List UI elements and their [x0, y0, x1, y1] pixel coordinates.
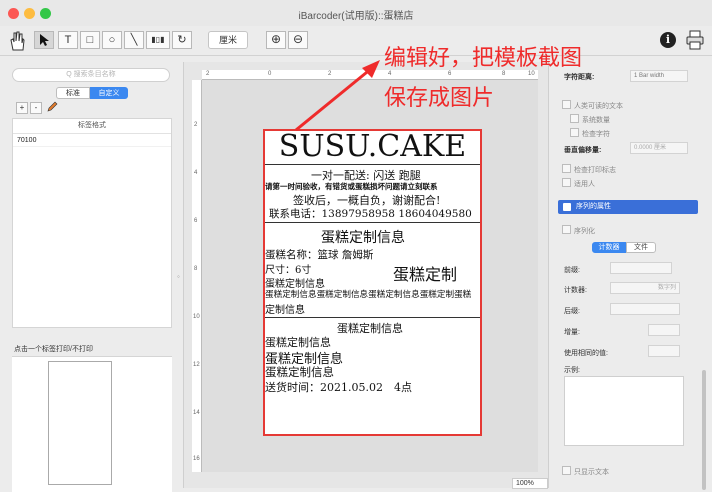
- quiet-zone-checkbox[interactable]: 适用人: [562, 178, 595, 189]
- serialize-section-header[interactable]: 序列的属性: [558, 200, 698, 214]
- vertical-ruler: 2 4 6 8 10 12 14 16: [192, 80, 202, 472]
- label-notice-line[interactable]: 请第一时间验收，有错货或蛋糕损坏问题请立刻联系: [265, 181, 438, 192]
- ruler-tick: 4: [194, 170, 198, 176]
- vertical-offset-field[interactable]: 0.0000 厘米: [630, 142, 688, 154]
- add-label-button[interactable]: +: [16, 102, 28, 114]
- cake-name-line[interactable]: 蛋糕名称：篮球 詹姆斯: [265, 247, 373, 262]
- cake-size-line[interactable]: 尺寸：6寸: [265, 261, 311, 276]
- tab-counter[interactable]: 计数器: [592, 242, 626, 253]
- print-toggle-caption: 点击一个标签打印/不打印: [14, 346, 93, 353]
- tab-standard[interactable]: 标准: [56, 87, 90, 99]
- info-line[interactable]: 蛋糕定制信息蛋糕定制信息蛋糕定制信息蛋糕定制蛋糕: [265, 288, 471, 300]
- prefix-label: 前缀:: [564, 267, 580, 274]
- remove-label-button[interactable]: -: [30, 102, 42, 114]
- line-tool-button[interactable]: ╲: [124, 31, 144, 49]
- label-preview-area: [12, 356, 172, 492]
- example-textarea[interactable]: [564, 376, 684, 446]
- repeat-field[interactable]: [648, 345, 680, 357]
- check-print-checkbox[interactable]: 检查打印标志: [562, 164, 616, 175]
- label-phone-line[interactable]: 联系电话：13897958958 18604049580: [269, 206, 472, 221]
- list-header: 标签格式: [13, 119, 171, 134]
- printer-icon[interactable]: [686, 30, 704, 50]
- window-title: iBarcoder(试用版)::蛋糕店: [298, 11, 414, 22]
- annotation-text-line2: 保存成图片: [384, 86, 495, 111]
- title-bar: iBarcoder(试用版)::蛋糕店: [0, 0, 712, 26]
- pencil-icon[interactable]: [46, 101, 58, 113]
- info-icon[interactable]: i: [660, 32, 676, 48]
- search-input[interactable]: Q 搜索条目名称: [12, 68, 170, 82]
- splitter-handle[interactable]: ◦: [177, 272, 180, 281]
- list-item[interactable]: 70100: [13, 134, 171, 147]
- info-line[interactable]: 蛋糕定制信息: [265, 364, 334, 380]
- counter-label: 计数器:: [564, 287, 587, 294]
- vertical-offset-label: 垂直偏移量:: [564, 147, 602, 154]
- serialize-checkbox[interactable]: 序列化: [562, 225, 595, 236]
- tab-custom[interactable]: 自定义: [90, 87, 128, 99]
- ruler-tick: 12: [193, 362, 200, 368]
- suffix-field[interactable]: [610, 303, 680, 315]
- ruler-tick: 14: [193, 410, 200, 416]
- delivery-time-line[interactable]: 送货时间：2021.05.02 4点: [265, 379, 412, 395]
- increment-label: 增量:: [564, 329, 580, 336]
- ruler-tick: 16: [193, 456, 200, 462]
- ruler-tick: 10: [193, 314, 200, 320]
- human-readable-checkbox[interactable]: 人类可读的文本: [562, 100, 623, 111]
- char-spacing-label: 字符距离:: [564, 74, 595, 81]
- select-tool-button[interactable]: [34, 31, 54, 49]
- zoom-out-button[interactable]: ⊖: [288, 31, 308, 49]
- section-title[interactable]: 蛋糕定制信息: [321, 227, 405, 247]
- label-format-list[interactable]: 标签格式 70100: [12, 118, 172, 328]
- repeat-label: 使用相同的值:: [564, 350, 608, 357]
- divider: [265, 164, 480, 165]
- ruler-tick: 8: [194, 266, 198, 272]
- ruler-tick: 2: [206, 71, 210, 77]
- counter-field[interactable]: 数字列: [610, 282, 680, 294]
- left-panel: Q 搜索条目名称 标准 自定义 + - 标签格式 70100 点击一个标签打印/…: [8, 60, 174, 492]
- serialize-section-label: 序列的属性: [576, 203, 611, 210]
- zoom-level-field[interactable]: 100%: [512, 478, 548, 489]
- ruler-tick: 2: [194, 122, 198, 128]
- scrollbar-thumb[interactable]: [702, 370, 706, 490]
- ruler-tick: 6: [194, 218, 198, 224]
- show-text-checkbox[interactable]: 只显示文本: [562, 466, 609, 477]
- info-line[interactable]: 定制信息: [265, 301, 305, 316]
- suffix-label: 后缀:: [564, 308, 580, 315]
- check-char-checkbox[interactable]: 检查字符: [570, 128, 610, 139]
- zoom-in-button[interactable]: ⊕: [266, 31, 286, 49]
- prefix-field[interactable]: [610, 262, 672, 274]
- text-tool-button[interactable]: T: [58, 31, 78, 49]
- label-preview-thumbnail[interactable]: [48, 361, 112, 485]
- divider: [265, 222, 480, 223]
- properties-panel: 字符距离: 1 Bar width 人类可读的文本 系统数量 检查字符 垂直偏移…: [552, 60, 712, 492]
- increment-field[interactable]: [648, 324, 680, 336]
- unit-selector[interactable]: 厘米: [208, 31, 248, 49]
- barcode-tool-button[interactable]: ▮▯▮: [146, 31, 170, 49]
- ellipse-tool-button[interactable]: ○: [102, 31, 122, 49]
- system-digits-checkbox[interactable]: 系统数量: [570, 114, 610, 125]
- section-icon: [563, 203, 571, 211]
- properties-scrollbar[interactable]: [700, 70, 708, 490]
- hand-tool-icon[interactable]: [8, 30, 26, 52]
- toolbar: T □ ○ ╲ ▮▯▮ ↻ 厘米 ⊕ ⊖ i: [0, 26, 712, 56]
- rectangle-tool-button[interactable]: □: [80, 31, 100, 49]
- label-page[interactable]: SUSU.CAKE 一对一配送: 闪送 跑腿 请第一时间验收，有错货或蛋糕损坏问…: [263, 129, 482, 436]
- divider: [265, 317, 480, 318]
- ruler-tick: 0: [268, 71, 272, 77]
- app-window: iBarcoder(试用版)::蛋糕店 T □ ○ ╲ ▮▯▮ ↻ 厘米 ⊕ ⊖…: [0, 0, 712, 492]
- char-spacing-select[interactable]: 1 Bar width: [630, 70, 688, 82]
- annotation-text-line1: 编辑好，把模板截图: [384, 46, 583, 71]
- tab-file[interactable]: 文件: [626, 242, 656, 253]
- section-title[interactable]: 蛋糕定制信息: [337, 320, 403, 336]
- rotate-tool-button[interactable]: ↻: [172, 31, 192, 49]
- example-label: 示例:: [564, 367, 580, 374]
- cake-custom-big[interactable]: 蛋糕定制: [393, 261, 457, 285]
